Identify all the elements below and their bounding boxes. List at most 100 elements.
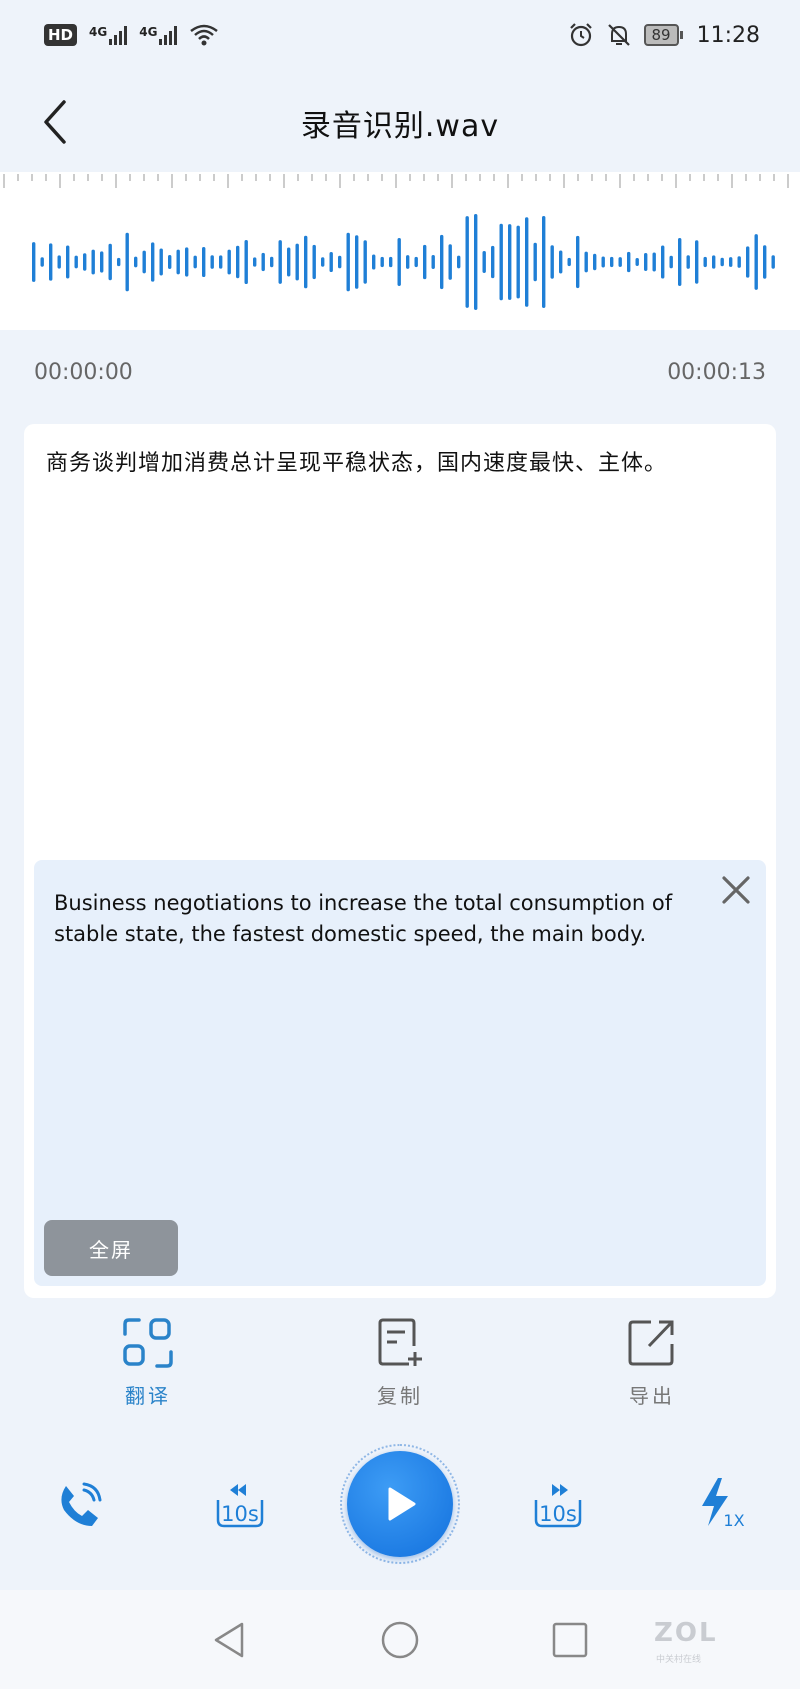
- play-button[interactable]: [340, 1444, 460, 1564]
- battery-indicator: 89: [643, 24, 683, 46]
- nav-recents-icon[interactable]: [550, 1620, 590, 1660]
- copy-button[interactable]: 复制: [340, 1316, 460, 1416]
- waveform-bar: [91, 249, 95, 275]
- network-type-1: 4G: [89, 25, 108, 39]
- nav-home-icon[interactable]: [380, 1620, 420, 1660]
- waveform-bar: [253, 257, 257, 267]
- waveform-bar: [329, 251, 333, 273]
- waveform-bar: [635, 257, 639, 267]
- waveform-bar: [363, 240, 367, 284]
- close-icon[interactable]: [718, 872, 754, 908]
- play-core: [347, 1451, 453, 1557]
- watermark-sub: 中关村在线: [656, 1655, 702, 1665]
- status-left: HD 4G 4G: [44, 23, 219, 47]
- waveform-bar: [465, 216, 469, 308]
- waveform-bar: [278, 240, 282, 284]
- forward-10s-button[interactable]: 10s: [528, 1482, 588, 1532]
- waveform-bar: [440, 234, 444, 290]
- waveform-bar: [729, 257, 733, 267]
- waveform-bar: [176, 249, 180, 275]
- waveform-bar: [703, 256, 707, 268]
- waveform-bar: [669, 255, 673, 269]
- waveform-bar: [712, 255, 716, 269]
- waveform-bar: [117, 257, 121, 267]
- waveform-bar: [193, 255, 197, 269]
- waveform-bar: [457, 255, 461, 269]
- waveform-bar: [151, 242, 155, 282]
- waveform-bar: [372, 254, 376, 270]
- waveform-bar: [482, 251, 486, 273]
- player-controls: 10s 10s 1X: [0, 1430, 800, 1580]
- waveform-bar: [219, 255, 223, 269]
- waveform-bar: [236, 245, 240, 279]
- waveform-bar: [100, 251, 104, 273]
- waveform-bar: [737, 256, 741, 268]
- waveform-bar: [618, 257, 622, 267]
- waveform-bar: [134, 256, 138, 268]
- waveform-bar: [159, 248, 163, 276]
- waveform-bar: [593, 253, 597, 271]
- waveform-bar: [499, 223, 503, 301]
- bell-off-icon: [607, 24, 630, 46]
- waveform-bar: [491, 245, 495, 279]
- wifi-icon: [190, 24, 219, 46]
- waveform-bar: [389, 256, 393, 268]
- waveform-bar: [610, 256, 614, 268]
- waveform-bar: [542, 216, 546, 308]
- translation-text[interactable]: Business negotiations to increase the to…: [54, 888, 714, 950]
- network-type-2: 4G: [139, 25, 158, 39]
- alarm-icon: [569, 23, 592, 47]
- waveform-bar: [576, 235, 580, 289]
- waveform-bar: [312, 244, 316, 280]
- action-bar: 翻译 复制 导出: [0, 1310, 800, 1420]
- back-arrow-icon[interactable]: [36, 94, 76, 150]
- waveform-bar: [678, 238, 682, 286]
- translation-panel: Business negotiations to increase the to…: [34, 860, 766, 1286]
- waveform-bar: [584, 251, 588, 273]
- waveform-bar: [125, 232, 129, 292]
- waveform-bar: [525, 217, 529, 307]
- translate-icon: [123, 1318, 173, 1368]
- nav-back-icon[interactable]: [210, 1620, 250, 1660]
- waveform-bar: [108, 243, 112, 281]
- waveform-bar: [210, 255, 214, 269]
- speed-button[interactable]: 1X: [696, 1476, 746, 1532]
- waveform-bar: [516, 225, 520, 299]
- fullscreen-button[interactable]: 全屏: [44, 1220, 178, 1276]
- play-icon: [388, 1487, 416, 1521]
- rewind-label: 10s: [221, 1502, 259, 1526]
- copy-label: 复制: [377, 1384, 423, 1408]
- waveform-bar: [550, 245, 554, 279]
- waveform-area[interactable]: [0, 172, 800, 330]
- phone-icon[interactable]: [56, 1482, 102, 1528]
- waveform-bar: [686, 255, 690, 269]
- rewind-10s-button[interactable]: 10s: [210, 1482, 270, 1532]
- waveform-bar: [295, 243, 299, 281]
- waveform-bar: [49, 243, 53, 281]
- waveform-bar: [431, 255, 435, 269]
- transcript-card: 商务谈判增加消费总计呈现平稳状态，国内速度最快、主体。 Business neg…: [24, 424, 776, 1298]
- total-time: 00:00:13: [667, 360, 766, 385]
- waveform-bar: [474, 214, 478, 310]
- waveform-bar: [185, 247, 189, 277]
- speed-icon: 1X: [702, 1478, 745, 1530]
- status-bar: HD 4G 4G 89 11:28: [0, 0, 800, 70]
- watermark-logo: ZOL: [654, 1618, 718, 1648]
- audio-waveform[interactable]: [0, 194, 800, 330]
- export-label: 导出: [629, 1384, 675, 1408]
- export-button[interactable]: 导出: [592, 1316, 712, 1416]
- waveform-bar: [720, 257, 724, 267]
- translate-button[interactable]: 翻译: [88, 1316, 208, 1416]
- hd-badge: HD: [44, 24, 78, 46]
- transcript-text[interactable]: 商务谈判增加消费总计呈现平稳状态，国内速度最快、主体。: [46, 448, 746, 480]
- header: 录音识别.wav: [0, 70, 800, 175]
- clock: 11:28: [696, 22, 760, 48]
- waveform-bar: [287, 247, 291, 277]
- waveform-bar: [244, 239, 248, 285]
- waveform-bar: [74, 255, 78, 269]
- waveform-bar: [57, 255, 61, 269]
- rewind-icon: 10s: [216, 1484, 264, 1528]
- time-labels: 00:00:00 00:00:13: [0, 360, 800, 400]
- forward-icon: 10s: [534, 1484, 582, 1528]
- waveform-bar: [321, 257, 325, 267]
